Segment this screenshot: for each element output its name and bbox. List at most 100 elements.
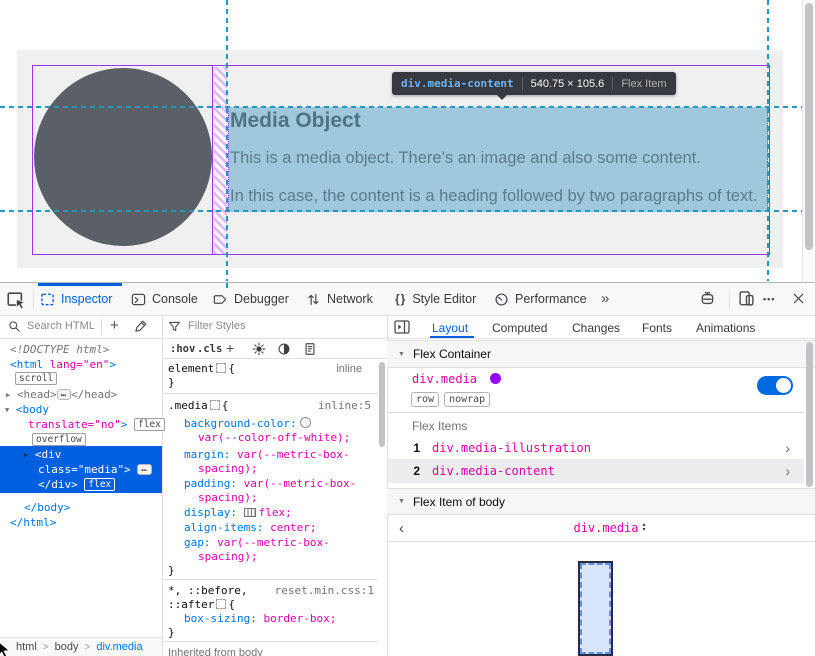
inspector-icon <box>40 292 55 307</box>
add-node-button[interactable]: + <box>110 317 119 334</box>
flex-container-selector[interactable]: div.media <box>412 372 501 386</box>
selected-div-close[interactable]: </div> flex <box>38 478 115 492</box>
body-flex-badge[interactable]: flex <box>134 418 165 431</box>
console-icon <box>131 292 146 307</box>
flex-guide-vertical-left <box>226 0 228 281</box>
rule-media[interactable]: .media{ <box>168 399 228 413</box>
close-devtools-button[interactable] <box>791 291 806 311</box>
search-html-input[interactable] <box>25 319 99 333</box>
sidebar-tabs-border <box>387 338 815 339</box>
more-tabs-button[interactable]: » <box>601 290 609 307</box>
eyedropper-button[interactable] <box>134 319 148 338</box>
flex-item-row-1[interactable]: 1 div.media-illustration › <box>388 436 804 459</box>
meatball-menu-button[interactable]: ••• <box>763 294 775 304</box>
page-scrollbar-thumb[interactable] <box>805 3 813 250</box>
eyedropper-icon <box>134 319 148 333</box>
flex-item-selector-picker[interactable]: div.media ▴▾ <box>573 521 645 535</box>
color-swatch[interactable] <box>300 417 311 428</box>
markup-doctype[interactable]: <!DOCTYPE html> <box>10 343 109 357</box>
selected-div-attr[interactable]: class="media"> … <box>38 463 152 477</box>
tab-fonts[interactable]: Fonts <box>642 321 672 335</box>
sidebar-toggle-button[interactable] <box>394 320 410 339</box>
flex-item-index: 1 <box>388 441 420 455</box>
tab-inspector[interactable]: Inspector <box>40 283 112 315</box>
chevron-left-icon[interactable]: ‹ <box>399 520 404 537</box>
infobar-role: Flex Item <box>621 78 666 90</box>
rule-reset-source-link[interactable]: reset.min.css:1 <box>275 584 374 598</box>
breadcrumb-body[interactable]: body <box>55 641 79 653</box>
highlighter-color-dot[interactable] <box>490 373 501 384</box>
rule-element[interactable]: element{ <box>168 362 235 376</box>
flex-item-of-body-section-header[interactable]: ▼ Flex Item of body <box>387 488 815 515</box>
infobar-arrow <box>496 94 508 100</box>
flex-highlighter-toggle[interactable] <box>757 376 793 395</box>
rule-element-source-link[interactable]: inline <box>336 362 362 376</box>
selector-highlighter-icon[interactable] <box>216 363 226 373</box>
chevron-right-icon: › <box>785 440 790 456</box>
css-declaration-display[interactable]: display: flex; <box>184 506 292 520</box>
css-declaration[interactable]: margin: var(--metric-box- <box>184 448 350 462</box>
css-declaration[interactable]: gap: var(--metric-box- <box>184 536 330 550</box>
tab-layout[interactable]: Layout <box>432 321 468 335</box>
tab-style-editor[interactable]: {} Style Editor <box>395 283 476 315</box>
markup-html-close[interactable]: </html> <box>10 516 56 530</box>
flex-item-selector: div.media-illustration <box>432 441 591 455</box>
flex-item-basis-outline <box>580 563 611 654</box>
filter-row-border <box>162 338 387 339</box>
pick-element-icon <box>7 290 27 310</box>
filter-styles-input[interactable] <box>186 319 270 333</box>
flex-items-label: Flex Items <box>412 419 467 433</box>
breadcrumb-html[interactable]: html <box>16 641 37 653</box>
expand-ellipsis-badge[interactable]: … <box>137 464 151 475</box>
class-toggle[interactable]: .cls <box>197 343 222 355</box>
css-declaration-continued: var(--color-off-white); <box>198 431 350 445</box>
overflow-badge[interactable]: overflow <box>32 433 86 447</box>
screenshot-button[interactable] <box>699 290 716 312</box>
markup-html-open[interactable]: <html lang="en"> <box>10 358 116 372</box>
tab-changes[interactable]: Changes <box>572 321 620 335</box>
markup-body-close[interactable]: </body> <box>24 501 70 515</box>
tab-animations[interactable]: Animations <box>696 321 755 335</box>
flex-item-nav-row: ‹ div.media ▴▾ <box>387 515 815 541</box>
selected-div-open[interactable]: ▶ <div <box>24 448 61 462</box>
markup-body-open[interactable]: ▼ <body <box>5 403 49 417</box>
css-declaration[interactable]: box-sizing: border-box; <box>184 612 336 626</box>
selected-node-div-media[interactable]: ▶ <div class="media"> … </div> flex <box>0 446 162 493</box>
pick-element-button[interactable] <box>7 290 27 315</box>
css-declaration[interactable]: background-color: <box>184 417 311 431</box>
section-twisty-icon[interactable]: ▼ <box>398 498 405 505</box>
markup-head-row[interactable]: ▶ <head>…</head> <box>6 388 117 402</box>
rule-media-source-link[interactable]: inline:5 <box>318 399 371 413</box>
tab-network[interactable]: Network <box>306 283 373 315</box>
sidebar-toggle-icon <box>394 320 410 334</box>
flex-item-index: 2 <box>388 464 420 478</box>
responsive-design-mode-icon <box>738 290 755 307</box>
markup-body-attr[interactable]: translate="no"> flex <box>28 418 165 432</box>
selector-highlighter-icon[interactable] <box>210 400 220 410</box>
markup-styles-divider[interactable] <box>162 315 163 656</box>
network-icon <box>306 292 321 307</box>
tab-debugger[interactable]: Debugger <box>213 283 289 315</box>
tab-performance[interactable]: Performance <box>494 283 587 315</box>
responsive-design-mode-button[interactable] <box>738 290 755 312</box>
tab-computed[interactable]: Computed <box>492 321 547 335</box>
layout-scrollbar-thumb[interactable] <box>806 342 813 487</box>
scroll-badge[interactable]: scroll <box>15 372 57 386</box>
selector-highlighter-icon[interactable] <box>216 599 226 609</box>
section-twisty-icon[interactable]: ▼ <box>398 351 405 358</box>
flex-container-section-header[interactable]: ▼ Flex Container <box>387 340 815 368</box>
pseudo-class-toggle[interactable]: :hov <box>170 343 195 355</box>
expand-ellipsis-badge[interactable]: … <box>57 389 71 400</box>
styles-scrollbar-thumb[interactable] <box>379 362 385 447</box>
toolbar-separator <box>729 289 730 309</box>
breadcrumb-div-media[interactable]: div.media <box>96 641 142 653</box>
tab-console[interactable]: Console <box>131 283 198 315</box>
css-declaration[interactable]: padding: var(--metric-box- <box>184 477 356 491</box>
add-rule-button[interactable]: + <box>226 340 234 356</box>
flexbox-highlighter-icon[interactable] <box>244 508 256 517</box>
css-declaration-continued: spacing); <box>198 462 258 476</box>
css-declaration[interactable]: align-items: center; <box>184 521 316 535</box>
div-flex-badge[interactable]: flex <box>84 478 115 491</box>
close-icon <box>791 291 806 306</box>
flex-item-row-2[interactable]: 2 div.media-content › <box>388 459 804 483</box>
